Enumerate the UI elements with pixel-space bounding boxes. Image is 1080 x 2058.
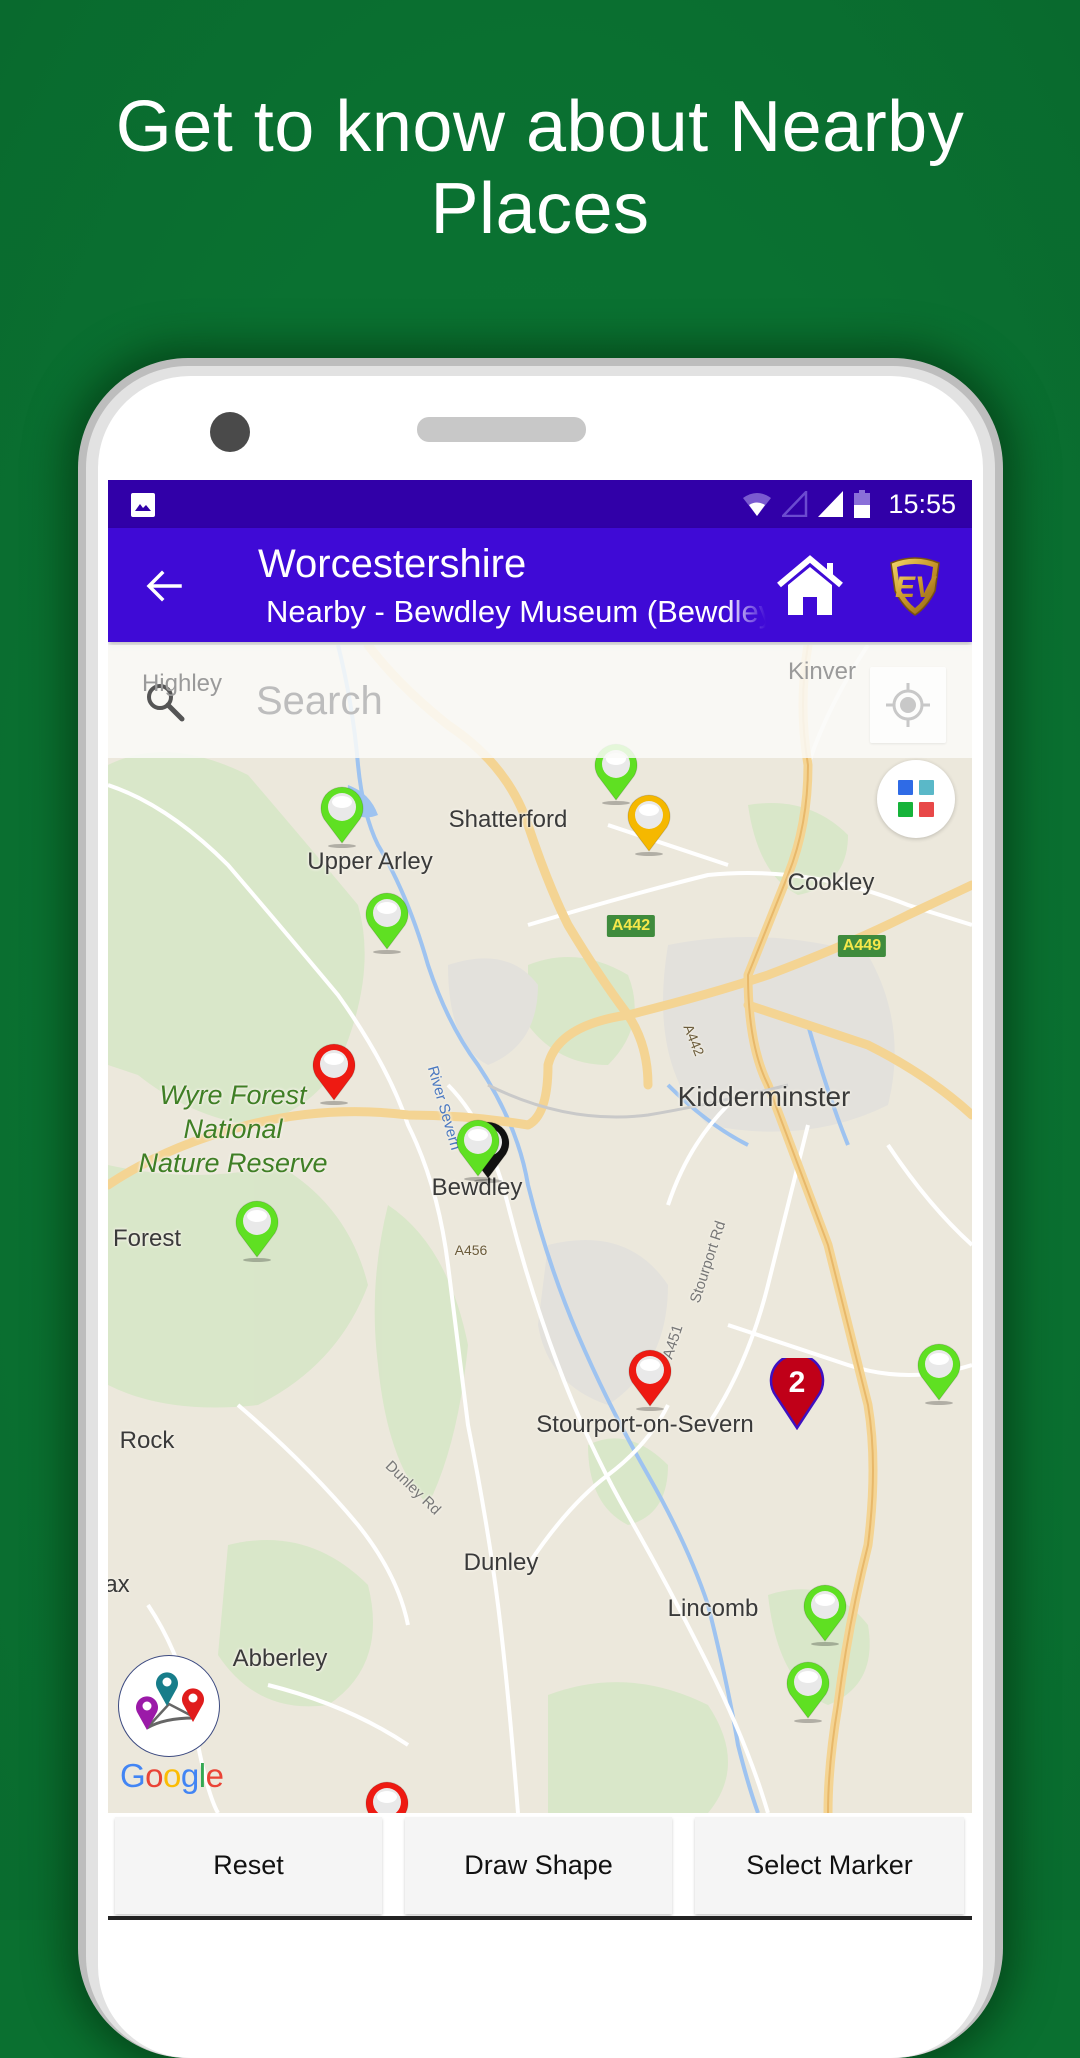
- draw-shape-button[interactable]: Draw Shape: [405, 1817, 672, 1914]
- map-pin-icon: [627, 794, 671, 852]
- search-input[interactable]: [254, 665, 778, 737]
- pin-shadow: [320, 1101, 348, 1105]
- map-label-forest: Forest: [112, 1225, 182, 1252]
- map-marker-cluster[interactable]: 2: [768, 1353, 826, 1431]
- status-bar: 15:55: [108, 480, 972, 528]
- multi-pin-route-icon: [136, 1672, 204, 1730]
- road-label-a456: A456: [454, 1242, 488, 1258]
- map-pin-icon: [312, 1043, 356, 1101]
- map-pin-icon: [365, 1781, 409, 1813]
- pin-shadow: [464, 1177, 492, 1181]
- map-pin-icon: [803, 1584, 847, 1642]
- layer-square-blue: [898, 780, 913, 795]
- image-notification-icon: [131, 493, 155, 517]
- pin-shadow: [636, 1407, 664, 1411]
- map-label-wyre-forest-1: Wyre Forest: [159, 1080, 307, 1110]
- map-marker-red[interactable]: [363, 1780, 411, 1813]
- bottom-divider: [108, 1916, 972, 1920]
- app-logo-icon[interactable]: [118, 1655, 220, 1757]
- phone-screen: 15:55 Worcestershire Nearby - Bewdley Mu…: [108, 480, 972, 1920]
- my-location-button[interactable]: [870, 667, 946, 743]
- cluster-count: 2: [788, 1366, 806, 1399]
- bottom-button-bar: Reset Draw Shape Select Marker: [108, 1813, 972, 1919]
- back-arrow-icon[interactable]: [144, 566, 184, 606]
- map-pin-icon: [320, 786, 364, 844]
- map-marker-red[interactable]: [310, 1042, 358, 1105]
- map-marker-yellow[interactable]: [625, 793, 673, 856]
- map-marker-red[interactable]: [626, 1348, 674, 1411]
- map-view[interactable]: Highley Kinver Shatterford Upper Arley C…: [108, 645, 972, 1813]
- ev-logo-icon[interactable]: EV: [887, 555, 943, 617]
- pin-shadow: [635, 852, 663, 856]
- map-label-highley: Highley: [141, 670, 223, 697]
- battery-icon: [854, 490, 871, 518]
- crosshair-location-icon: [886, 683, 930, 727]
- map-marker-green[interactable]: [318, 785, 366, 848]
- map-label-stourport: Stourport-on-Severn: [536, 1411, 754, 1438]
- select-marker-button[interactable]: Select Marker: [695, 1817, 964, 1914]
- map-pin-icon: [628, 1349, 672, 1407]
- headline-line-2: Places: [430, 169, 650, 249]
- map-label-wyre-forest-2: National: [183, 1114, 283, 1144]
- map-pin-icon: [456, 1119, 500, 1177]
- front-camera: [210, 412, 250, 452]
- pin-shadow: [794, 1719, 822, 1723]
- pin-shadow: [373, 950, 401, 954]
- app-toolbar: Worcestershire Nearby - Bewdley Museum (…: [108, 528, 972, 642]
- map-pin-icon: [917, 1343, 961, 1401]
- map-label-ax: ax: [108, 1571, 130, 1598]
- google-attribution: Google: [120, 1757, 224, 1794]
- map-label-rock: Rock: [119, 1427, 175, 1454]
- map-label-upper-arley: Upper Arley: [307, 848, 433, 875]
- map-marker-green[interactable]: [784, 1660, 832, 1723]
- toolbar-subtitle: Nearby - Bewdley Museum (Bewdley): [266, 594, 766, 629]
- map-label-dunley: Dunley: [463, 1549, 539, 1576]
- map-marker-green[interactable]: [363, 891, 411, 954]
- layer-square-cyan: [919, 780, 934, 795]
- status-icons: 15:55: [742, 480, 956, 528]
- map-label-lincomb: Lincomb: [667, 1595, 759, 1622]
- layer-square-red: [919, 802, 934, 817]
- map-marker-green[interactable]: [454, 1118, 502, 1181]
- home-icon[interactable]: [775, 555, 845, 617]
- logo-text: EV: [895, 571, 938, 604]
- promo-headline: Get to know about Nearby Places: [0, 86, 1080, 250]
- map-label-abberley: Abberley: [232, 1645, 328, 1672]
- map-pin-icon: [786, 1661, 830, 1719]
- map-label-wyre-forest-3: Nature Reserve: [138, 1148, 328, 1178]
- map-marker-green[interactable]: [915, 1342, 963, 1405]
- map-label-shatterford: Shatterford: [448, 806, 568, 833]
- map-label-kidderminster: Kidderminster: [677, 1081, 851, 1112]
- wifi-icon: [743, 493, 772, 516]
- road-shield-a442: A442: [606, 915, 656, 937]
- map-layers-button[interactable]: [877, 760, 955, 838]
- layer-square-green: [898, 802, 913, 817]
- earpiece-speaker: [417, 417, 586, 442]
- pin-shadow: [243, 1258, 271, 1262]
- map-marker-green[interactable]: [801, 1583, 849, 1646]
- map-pin-icon: [235, 1200, 279, 1258]
- toolbar-title: Worcestershire: [258, 542, 527, 586]
- signal-full-icon: [818, 491, 844, 517]
- map-label-cookley: Cookley: [787, 869, 875, 896]
- clock: 15:55: [888, 488, 956, 519]
- reset-button[interactable]: Reset: [115, 1817, 382, 1914]
- map-marker-green[interactable]: [233, 1199, 281, 1262]
- signal-empty-icon: [782, 491, 808, 517]
- pin-shadow: [811, 1642, 839, 1646]
- pin-shadow: [925, 1401, 953, 1405]
- map-label-kinver: Kinver: [787, 658, 857, 685]
- map-pin-icon: [365, 892, 409, 950]
- headline-line-1: Get to know about Nearby: [115, 87, 965, 167]
- road-shield-a449: A449: [837, 935, 887, 957]
- pin-shadow: [328, 844, 356, 848]
